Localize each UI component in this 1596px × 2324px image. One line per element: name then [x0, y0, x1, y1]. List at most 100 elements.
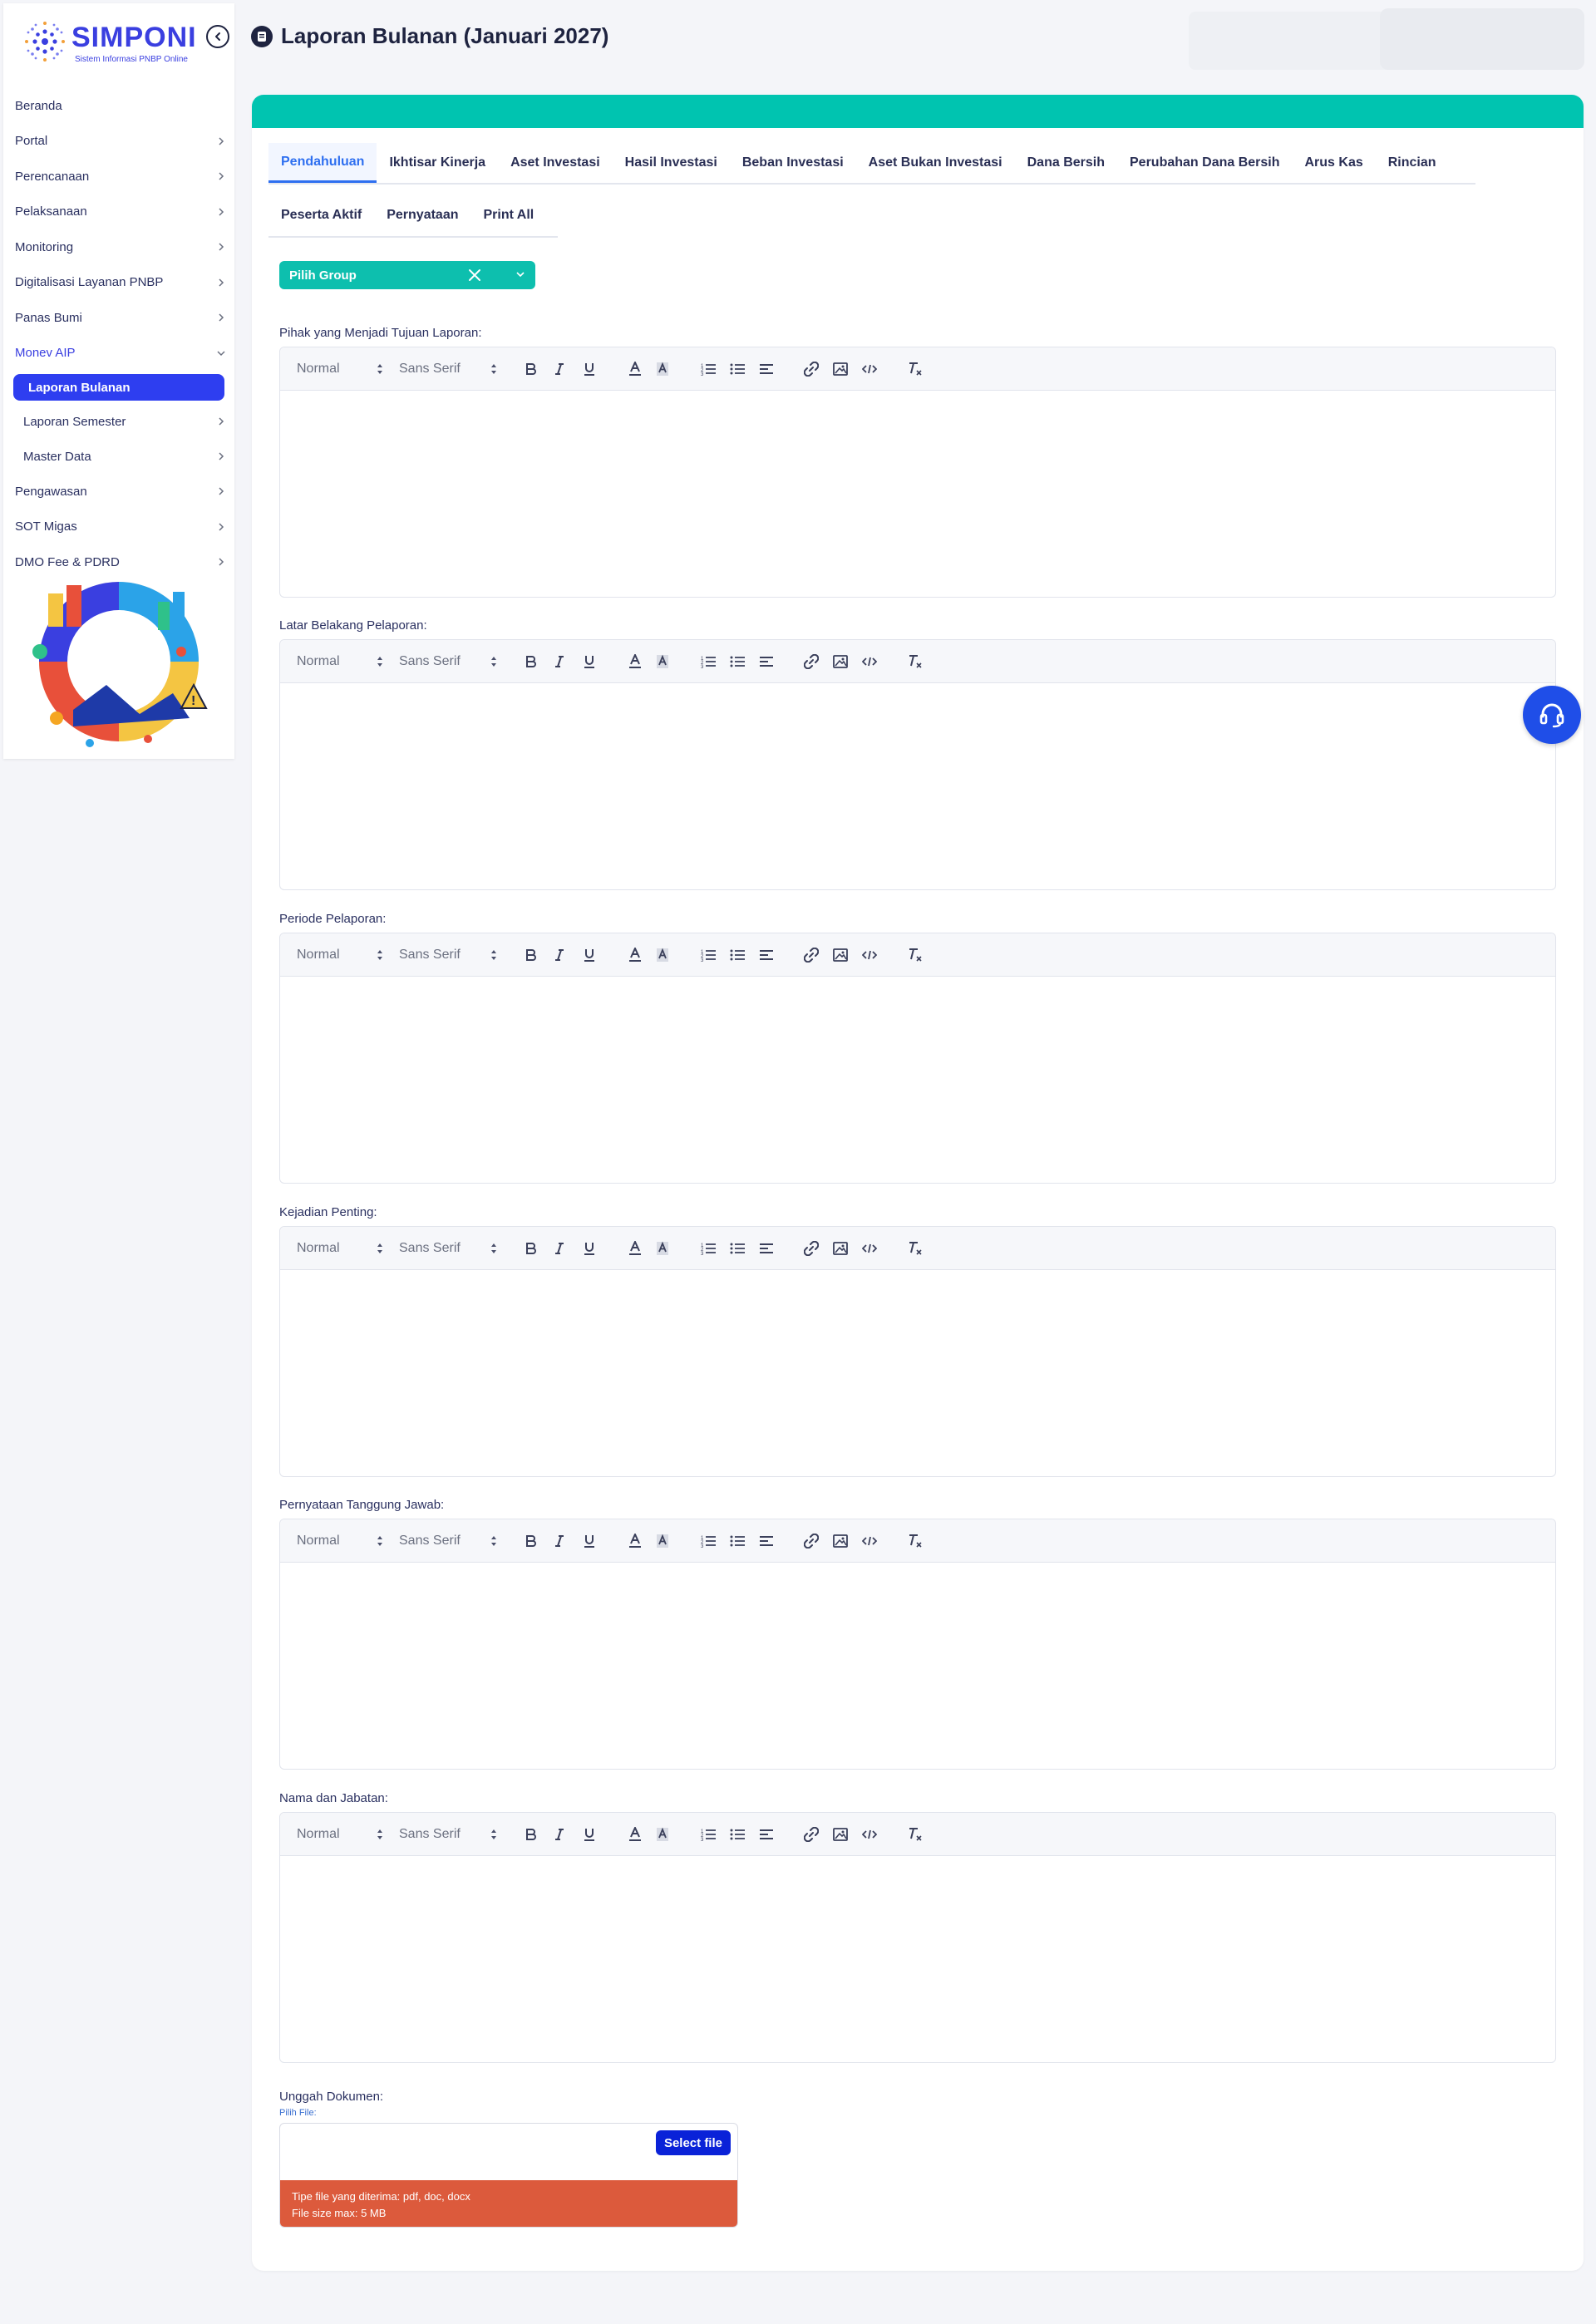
select-arrows-icon[interactable] [377, 347, 383, 391]
tab-rincian[interactable]: Rincian [1376, 143, 1449, 183]
select-arrows-icon[interactable] [377, 1227, 383, 1270]
italic-icon[interactable] [554, 640, 564, 683]
sidebar-item-perencanaan[interactable]: Perencanaan [3, 159, 234, 194]
sidebar-item-digitalisasi[interactable]: Digitalisasi Layanan PNBP [3, 265, 234, 301]
group-select[interactable]: Pilih Group [279, 261, 535, 289]
tab-dana-bersih[interactable]: Dana Bersih [1015, 143, 1117, 183]
clear-format-icon[interactable] [908, 1227, 923, 1270]
editor-content-area[interactable] [280, 683, 1555, 889]
code-icon[interactable] [862, 347, 877, 391]
background-color-icon[interactable] [656, 347, 669, 391]
tab-ikhtisar-kinerja[interactable]: Ikhtisar Kinerja [377, 143, 498, 183]
tab-perubahan-dana-bersih[interactable]: Perubahan Dana Bersih [1117, 143, 1293, 183]
tab-pendahuluan[interactable]: Pendahuluan [268, 143, 377, 183]
sidebar-item-beranda[interactable]: Beranda [3, 88, 234, 124]
align-left-icon[interactable] [759, 347, 774, 391]
editor-content-area[interactable] [280, 1563, 1555, 1769]
background-color-icon[interactable] [656, 1227, 669, 1270]
image-icon[interactable] [833, 933, 848, 977]
select-arrows-icon[interactable] [490, 1813, 497, 1856]
background-color-icon[interactable] [656, 640, 669, 683]
file-upload-field[interactable]: Select file Tipe file yang diterima: pdf… [279, 2123, 738, 2228]
help-support-button[interactable] [1523, 686, 1581, 744]
link-icon[interactable] [804, 1519, 819, 1563]
ordered-list-icon[interactable]: 123 [701, 933, 716, 977]
tab-peserta-aktif[interactable]: Peserta Aktif [268, 194, 374, 236]
code-icon[interactable] [862, 1519, 877, 1563]
bold-icon[interactable] [525, 347, 537, 391]
bold-icon[interactable] [525, 933, 537, 977]
tab-beban-investasi[interactable]: Beban Investasi [730, 143, 856, 183]
heading-size-select[interactable]: Normal [297, 1813, 340, 1856]
heading-size-select[interactable]: Normal [297, 640, 340, 683]
clear-format-icon[interactable] [908, 347, 923, 391]
tab-hasil-investasi[interactable]: Hasil Investasi [613, 143, 730, 183]
ordered-list-icon[interactable]: 123 [701, 1519, 716, 1563]
align-left-icon[interactable] [759, 933, 774, 977]
text-color-icon[interactable] [628, 347, 642, 391]
sidebar-item-panas-bumi[interactable]: Panas Bumi [3, 300, 234, 336]
bullet-list-icon[interactable] [730, 640, 745, 683]
bullet-list-icon[interactable] [730, 347, 745, 391]
underline-icon[interactable] [584, 1813, 595, 1856]
sidebar-item-monev-aip[interactable]: Monev AIP [3, 336, 234, 372]
select-arrows-icon[interactable] [490, 933, 497, 977]
collapse-sidebar-button[interactable] [206, 25, 229, 48]
code-icon[interactable] [862, 933, 877, 977]
user-menu[interactable] [1380, 8, 1584, 70]
select-file-button[interactable]: Select file [655, 2130, 731, 2155]
font-family-select[interactable]: Sans Serif [399, 1519, 461, 1563]
image-icon[interactable] [833, 347, 848, 391]
select-arrows-icon[interactable] [377, 640, 383, 683]
align-left-icon[interactable] [759, 1519, 774, 1563]
background-color-icon[interactable] [656, 1813, 669, 1856]
ordered-list-icon[interactable]: 123 [701, 640, 716, 683]
font-family-select[interactable]: Sans Serif [399, 347, 461, 391]
sidebar-item-sot-migas[interactable]: SOT Migas [3, 510, 234, 545]
sidebar-subitem-laporan-bulanan[interactable]: Laporan Bulanan [13, 374, 224, 401]
underline-icon[interactable] [584, 347, 595, 391]
tab-print-all[interactable]: Print All [471, 194, 547, 236]
ordered-list-icon[interactable]: 123 [701, 1227, 716, 1270]
align-left-icon[interactable] [759, 1813, 774, 1856]
clear-format-icon[interactable] [908, 1813, 923, 1856]
tab-aset-investasi[interactable]: Aset Investasi [498, 143, 613, 183]
underline-icon[interactable] [584, 1519, 595, 1563]
italic-icon[interactable] [554, 1813, 564, 1856]
image-icon[interactable] [833, 640, 848, 683]
app-logo[interactable]: SIMPONI Sistem Informasi PNBP Online [20, 17, 211, 66]
select-arrows-icon[interactable] [490, 1519, 497, 1563]
text-color-icon[interactable] [628, 640, 642, 683]
text-color-icon[interactable] [628, 933, 642, 977]
link-icon[interactable] [804, 933, 819, 977]
clear-format-icon[interactable] [908, 640, 923, 683]
sidebar-subitem-master-data[interactable]: Master Data [3, 439, 234, 474]
bold-icon[interactable] [525, 640, 537, 683]
code-icon[interactable] [862, 640, 877, 683]
text-color-icon[interactable] [628, 1227, 642, 1270]
font-family-select[interactable]: Sans Serif [399, 1813, 461, 1856]
close-icon[interactable] [467, 268, 482, 283]
select-arrows-icon[interactable] [377, 933, 383, 977]
editor-content-area[interactable] [280, 1856, 1555, 2062]
underline-icon[interactable] [584, 933, 595, 977]
editor-content-area[interactable] [280, 977, 1555, 1183]
font-family-select[interactable]: Sans Serif [399, 933, 461, 977]
tab-pernyataan[interactable]: Pernyataan [374, 194, 470, 236]
italic-icon[interactable] [554, 1227, 564, 1270]
background-color-icon[interactable] [656, 1519, 669, 1563]
italic-icon[interactable] [554, 933, 564, 977]
sidebar-item-monitoring[interactable]: Monitoring [3, 229, 234, 265]
link-icon[interactable] [804, 1813, 819, 1856]
clear-format-icon[interactable] [908, 933, 923, 977]
tab-aset-bukan-investasi[interactable]: Aset Bukan Investasi [856, 143, 1015, 183]
image-icon[interactable] [833, 1813, 848, 1856]
link-icon[interactable] [804, 347, 819, 391]
underline-icon[interactable] [584, 640, 595, 683]
text-color-icon[interactable] [628, 1813, 642, 1856]
font-family-select[interactable]: Sans Serif [399, 640, 461, 683]
sidebar-subitem-laporan-semester[interactable]: Laporan Semester [3, 404, 234, 439]
image-icon[interactable] [833, 1519, 848, 1563]
sidebar-item-pengawasan[interactable]: Pengawasan [3, 474, 234, 510]
heading-size-select[interactable]: Normal [297, 933, 340, 977]
